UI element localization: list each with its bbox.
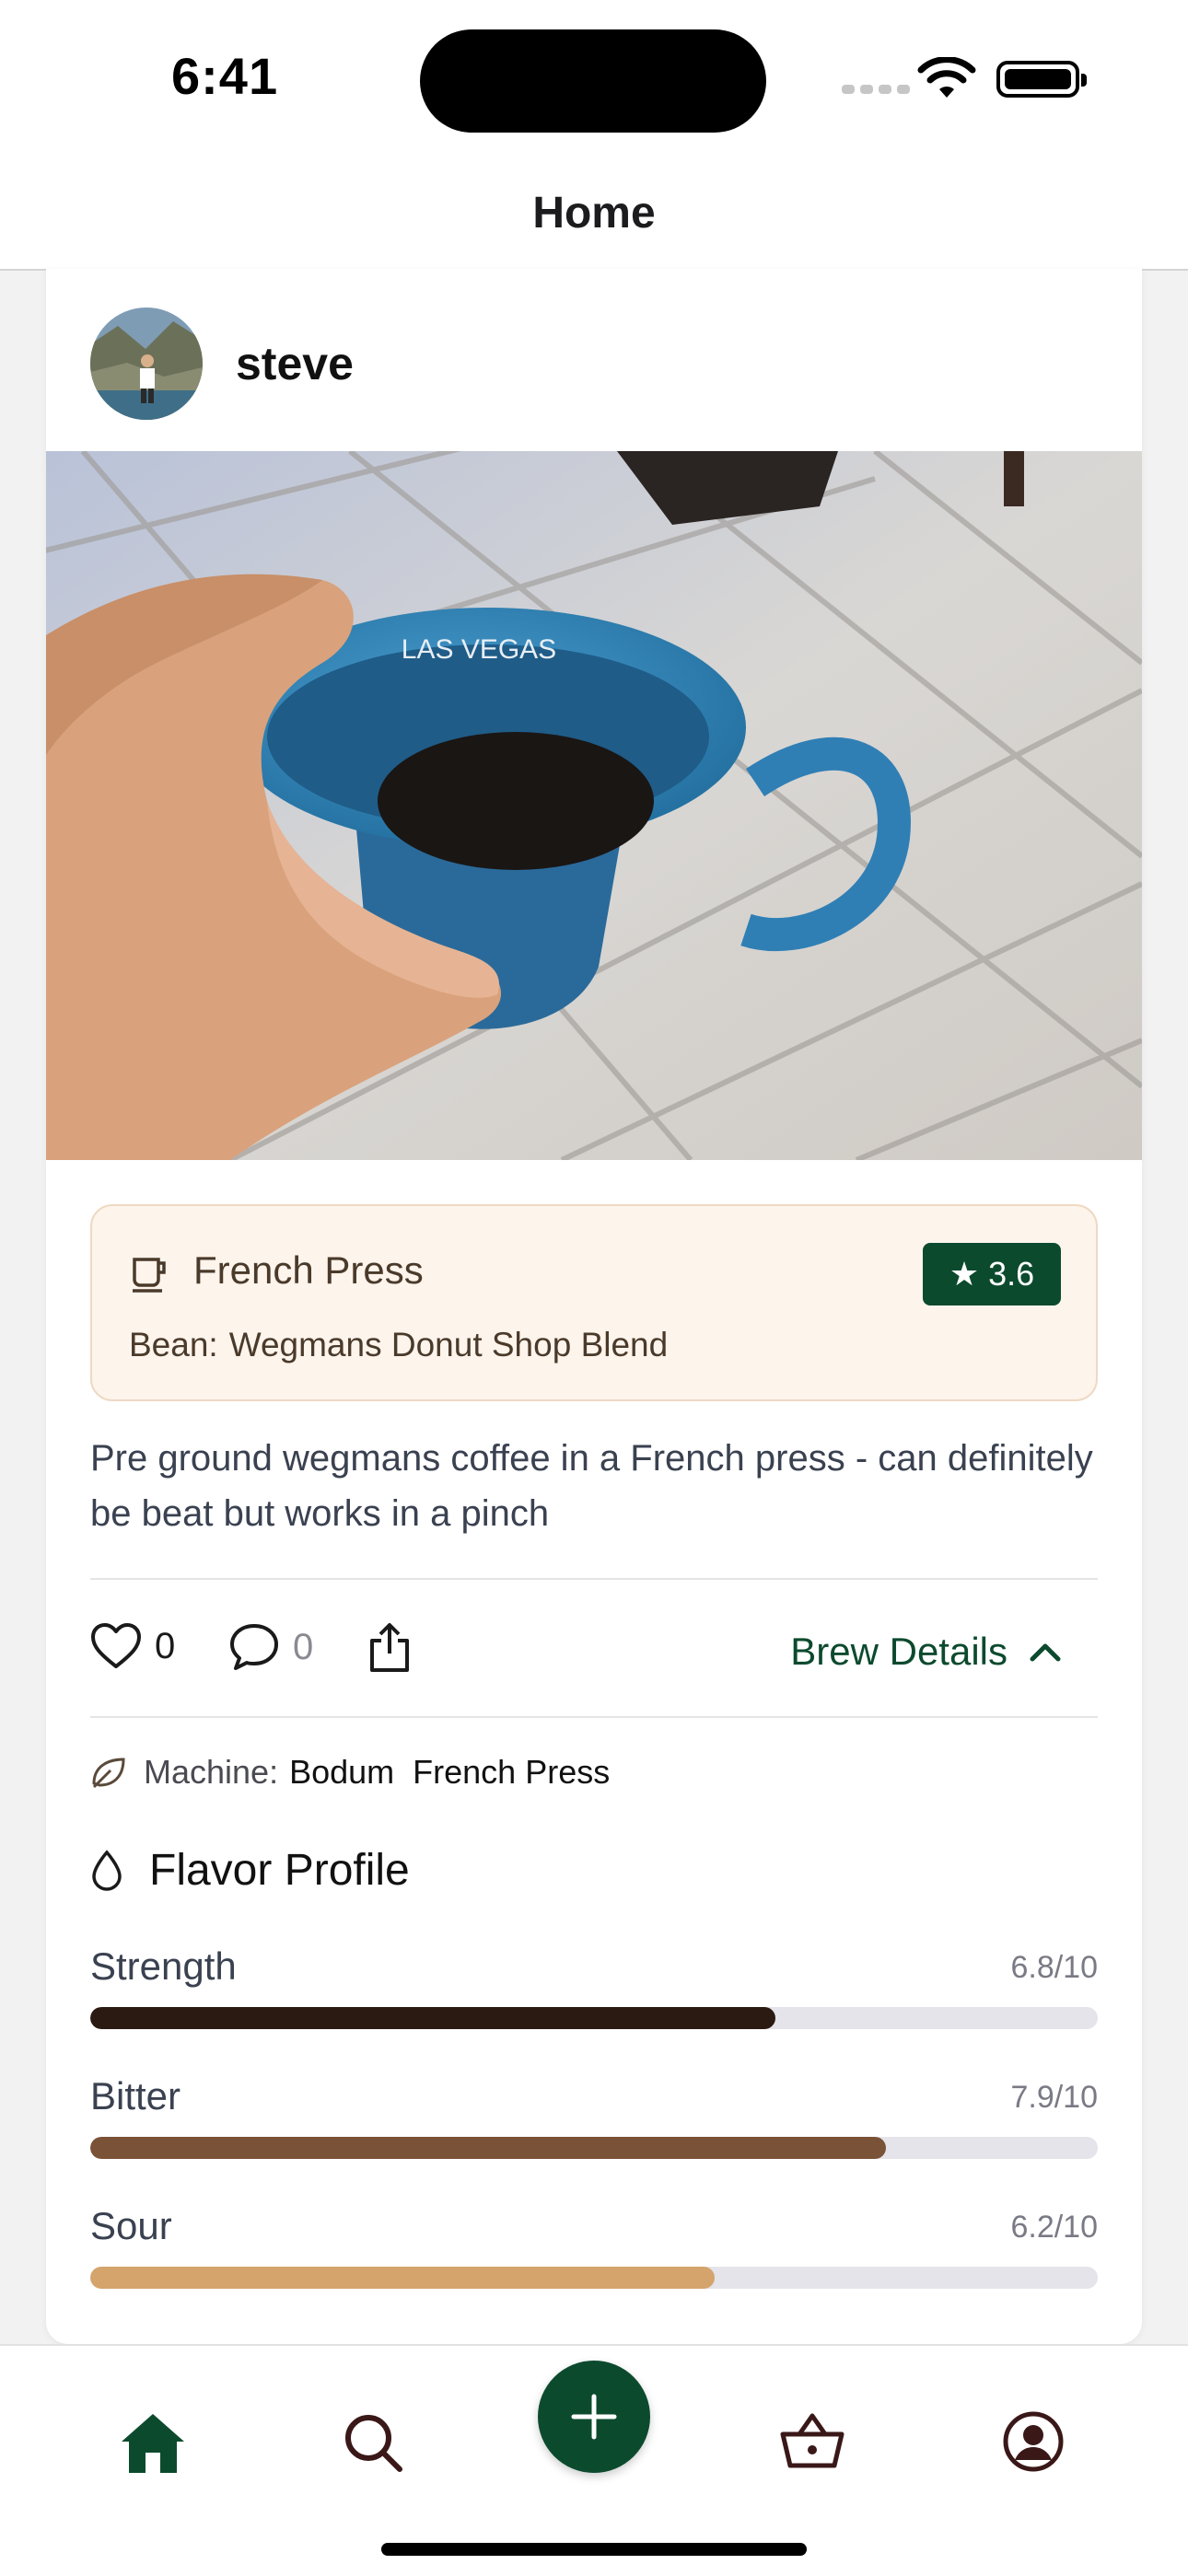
meter-track <box>90 2007 1098 2029</box>
cup-icon <box>133 1258 166 1293</box>
meter-value: 6.2/10 <box>1010 2210 1098 2245</box>
flavor-meter-bitter: Bitter 7.9/10 <box>90 2074 1098 2159</box>
bean-name: Wegmans Donut Shop Blend <box>228 1326 669 1363</box>
dynamic-island <box>420 29 766 133</box>
plus-icon <box>571 2394 617 2440</box>
meter-label: Sour <box>90 2204 172 2247</box>
page-title: Home <box>532 189 656 238</box>
post-username[interactable]: steve <box>236 337 354 390</box>
meter-fill <box>90 2137 887 2159</box>
meter-value: 6.8/10 <box>1010 1950 1098 1985</box>
rating-badge: ★ 3.6 <box>923 1243 1061 1305</box>
search-icon <box>345 2415 402 2472</box>
home-icon <box>122 2414 184 2473</box>
mug-text: LAS VEGAS <box>402 634 556 665</box>
brew-method: French Press <box>193 1248 424 1292</box>
meter-value: 7.9/10 <box>1010 2080 1098 2115</box>
meter-track <box>90 2137 1098 2159</box>
home-indicator <box>381 2543 807 2556</box>
flavor-profile-title: Flavor Profile <box>149 1846 410 1895</box>
comment-button[interactable]: 0 <box>228 1622 313 1672</box>
flavor-meter-sour: Sour 6.2/10 <box>90 2204 1098 2289</box>
bean-label: Bean: <box>129 1326 218 1363</box>
share-button[interactable] <box>367 1622 413 1674</box>
heart-icon <box>91 1623 141 1668</box>
like-button[interactable]: 0 <box>90 1622 175 1670</box>
meter-fill <box>90 2267 716 2289</box>
brew-details-toggle[interactable]: Brew Details <box>790 1630 1061 1674</box>
chevron-up-icon <box>1030 1643 1061 1662</box>
avatar[interactable] <box>90 307 203 420</box>
divider <box>90 1716 1098 1718</box>
tab-search[interactable] <box>341 2410 405 2479</box>
wifi-icon <box>917 57 976 98</box>
like-count: 0 <box>155 1625 176 1666</box>
brew-summary: French Press Bean: Wegmans Donut Shop Ble… <box>90 1204 1098 1401</box>
add-post-button[interactable] <box>538 2361 650 2473</box>
cellular-signal-icon <box>842 85 910 94</box>
rating-value: 3.6 <box>988 1255 1035 1293</box>
basket-icon <box>780 2413 844 2468</box>
profile-icon <box>1003 2411 1064 2472</box>
machine-value: Bodum French Press <box>289 1753 611 1791</box>
comment-count: 0 <box>293 1626 314 1667</box>
meter-label: Strength <box>90 1944 237 1988</box>
tab-home[interactable] <box>118 2410 188 2481</box>
status-time: 6:41 <box>171 47 279 105</box>
comment-icon <box>230 1624 278 1670</box>
share-icon <box>370 1623 409 1672</box>
tab-profile[interactable] <box>1002 2410 1065 2477</box>
star-icon: ★ <box>949 1255 980 1293</box>
post-actions: 0 0 Brew Details <box>90 1606 1098 1688</box>
post-photo[interactable]: LAS VEGAS <box>46 451 1142 1160</box>
meter-track <box>90 2267 1098 2289</box>
flavor-profile-header: Flavor Profile <box>90 1845 410 1896</box>
machine-label: Machine: <box>144 1753 279 1791</box>
brew-details-label: Brew Details <box>790 1630 1007 1673</box>
post-description: Pre ground wegmans coffee in a French pr… <box>90 1438 1093 1534</box>
flavor-meter-strength: Strength 6.8/10 <box>90 1944 1098 2029</box>
post-card: steve LAS VEGAS French Press Bean: Wegma… <box>46 269 1142 2344</box>
battery-icon <box>996 61 1087 98</box>
droplet-icon <box>92 1849 122 1891</box>
divider <box>90 1578 1098 1580</box>
tab-bar <box>0 2344 1188 2576</box>
tab-basket[interactable] <box>779 2410 845 2476</box>
navigation-bar: Home <box>0 147 1188 271</box>
meter-fill <box>90 2007 775 2029</box>
machine-row: Machine: Bodum French Press <box>90 1753 610 1792</box>
meter-label: Bitter <box>90 2074 181 2118</box>
status-bar: 6:41 <box>0 0 1188 147</box>
bean-info: Bean: Wegmans Donut Shop Blend <box>129 1326 668 1364</box>
leaf-icon <box>92 1758 125 1789</box>
